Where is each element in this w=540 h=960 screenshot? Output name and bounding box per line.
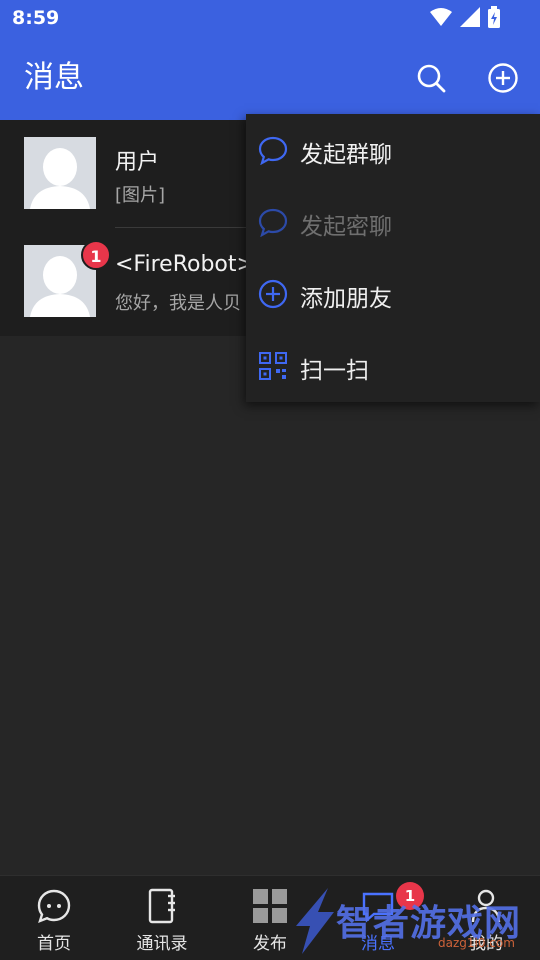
- chat-bubble-icon: [258, 208, 288, 237]
- chat-bubble-icon: [258, 136, 288, 165]
- grid-icon: [253, 889, 287, 923]
- status-icons: [430, 6, 500, 28]
- conversation-name: 用户: [115, 150, 160, 175]
- top-bar: 8:59 消息: [0, 0, 540, 120]
- add-button[interactable]: [485, 60, 521, 96]
- menu-item-scan[interactable]: 扫一扫: [246, 330, 540, 402]
- nav-item-profile[interactable]: 我的: [432, 876, 540, 960]
- menu-item-label: 添加朋友: [300, 286, 392, 312]
- search-button[interactable]: [413, 60, 449, 96]
- popup-menu: 发起群聊 发起密聊 添加朋友 扫一扫: [246, 114, 540, 402]
- conversation-name: <FireRobot>: [115, 252, 255, 277]
- nav-item-contacts[interactable]: 通讯录: [108, 876, 216, 960]
- conversation-preview: 您好，我是人贝: [115, 293, 241, 314]
- nav-label: 消息: [361, 934, 395, 954]
- plus-circle-icon: [488, 63, 518, 93]
- battery-icon: [488, 6, 500, 28]
- avatar: [24, 137, 96, 209]
- qr-scan-icon: [259, 352, 287, 380]
- menu-item-label: 发起密聊: [300, 214, 392, 240]
- nav-label: 通讯录: [136, 934, 188, 954]
- page-title: 消息: [24, 60, 84, 95]
- nav-item-home[interactable]: 首页: [0, 876, 108, 960]
- nav-item-publish[interactable]: 发布: [216, 876, 324, 960]
- bottom-nav: 首页 通讯录 发布 消息 1 我的: [0, 875, 540, 960]
- person-icon: [471, 889, 501, 923]
- message-icon: [362, 892, 394, 923]
- notebook-icon: [148, 888, 175, 924]
- nav-item-messages[interactable]: 消息 1: [324, 876, 432, 960]
- nav-label: 首页: [37, 934, 71, 954]
- status-time: 8:59: [12, 7, 60, 29]
- menu-item-label: 发起群聊: [300, 142, 392, 168]
- wifi-icon: [430, 8, 452, 26]
- menu-item-start-secret-chat[interactable]: 发起密聊: [246, 186, 540, 258]
- conversation-preview: [图片]: [115, 185, 166, 206]
- default-avatar-icon: [30, 148, 90, 209]
- menu-item-start-group-chat[interactable]: 发起群聊: [246, 114, 540, 186]
- menu-item-label: 扫一扫: [300, 358, 369, 384]
- nav-badge: 1: [396, 882, 424, 910]
- chat-dots-icon: [37, 889, 71, 924]
- nav-label: 我的: [469, 934, 503, 954]
- unread-badge: 1: [81, 240, 111, 270]
- plus-circle-icon: [258, 279, 288, 309]
- menu-item-add-friend[interactable]: 添加朋友: [246, 258, 540, 330]
- signal-icon: [460, 7, 480, 27]
- search-icon: [417, 64, 446, 93]
- nav-label: 发布: [253, 934, 287, 954]
